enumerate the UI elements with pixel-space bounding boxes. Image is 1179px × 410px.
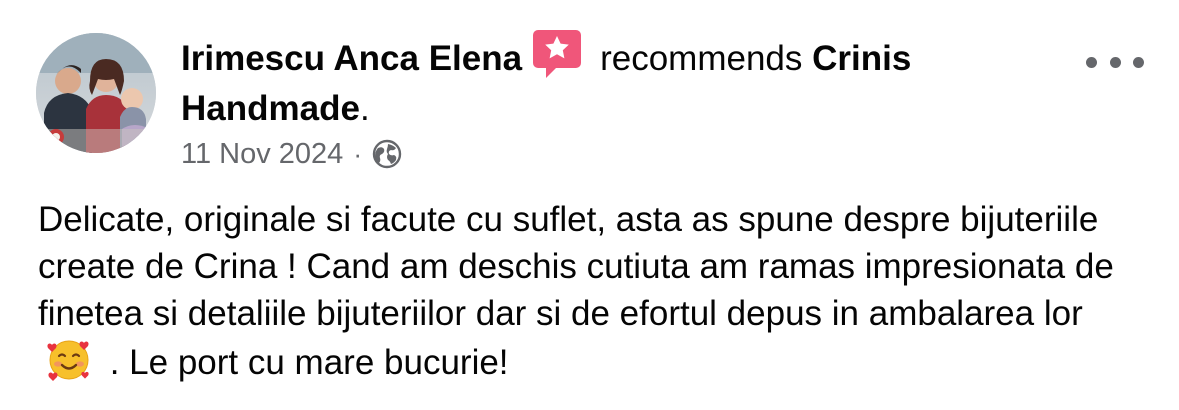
star-speech-bubble-icon <box>532 28 582 80</box>
post-body-text-end: . Le port cu mare bucurie! <box>100 343 509 382</box>
post-meta: 11 Nov 2024 · <box>181 132 402 176</box>
post-header: Irimescu Anca Elena recommends Crinis Ha… <box>181 28 1041 134</box>
recommends-label: recommends <box>600 39 803 78</box>
more-options-icon <box>1086 56 1097 68</box>
smiling-face-with-hearts-icon <box>46 337 92 383</box>
globe-icon[interactable] <box>372 139 402 169</box>
recommendation-post: Irimescu Anca Elena recommends Crinis Ha… <box>0 0 1179 410</box>
post-body-text: Delicate, originale si facute cu suflet,… <box>38 200 1114 333</box>
post-body: Delicate, originale si facute cu suflet,… <box>38 196 1148 386</box>
header-period: . <box>359 89 370 128</box>
meta-separator: · <box>353 138 362 169</box>
post-date[interactable]: 11 Nov 2024 <box>181 138 343 171</box>
avatar[interactable] <box>36 33 156 153</box>
author-name[interactable]: Irimescu Anca Elena <box>181 39 522 78</box>
more-options-button[interactable] <box>1086 48 1144 76</box>
